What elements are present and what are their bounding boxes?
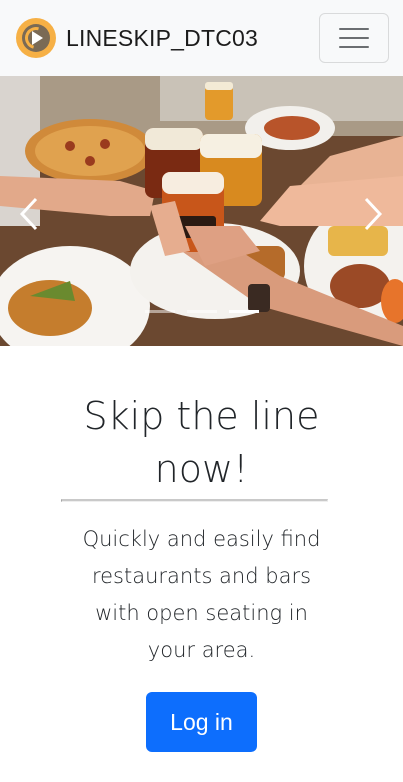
play-logo-icon (16, 18, 56, 58)
login-button[interactable]: Log in (146, 692, 257, 752)
chevron-left-icon (19, 197, 38, 231)
brand-name: LINESKIP_DTC03 (66, 24, 258, 51)
carousel-indicators (0, 310, 403, 313)
brand-link[interactable]: LINESKIP_DTC03 (16, 17, 258, 59)
carousel-indicator-2[interactable] (186, 310, 217, 313)
carousel-indicator-3[interactable] (228, 310, 259, 313)
carousel-next-button[interactable] (358, 196, 388, 232)
navbar: LINESKIP_DTC03 (0, 0, 403, 76)
hamburger-menu-button[interactable] (319, 13, 389, 63)
carousel-prev-button[interactable] (14, 196, 44, 232)
page-title: Skip the line now! (83, 394, 320, 491)
food-and-beer-toast-photo (0, 76, 403, 346)
lead-text: Quickly and easily find restaurants and … (82, 527, 321, 662)
divider (61, 499, 328, 502)
carousel-indicator-1[interactable] (144, 310, 175, 313)
carousel (0, 76, 403, 346)
chevron-right-icon (364, 197, 383, 231)
hamburger-menu-icon (339, 28, 369, 30)
